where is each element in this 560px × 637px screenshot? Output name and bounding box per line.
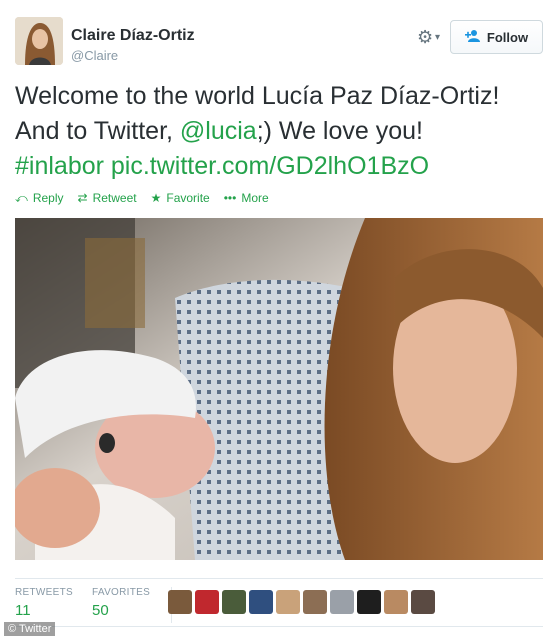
reply-action[interactable]: ⤺ Reply xyxy=(15,191,64,206)
favorite-label: Favorite xyxy=(166,191,210,205)
pic-link[interactable]: pic.twitter.com/GD2lhO1BzO xyxy=(111,152,429,180)
tweet-actions: ⤺ Reply ⇄ Retweet ★ Favorite ••• More xyxy=(15,189,269,207)
favorites-label: FAVORITES xyxy=(92,587,151,598)
stats-divider-top xyxy=(15,578,543,579)
favoriter-avatar[interactable] xyxy=(357,590,381,614)
favoriter-avatar[interactable] xyxy=(303,590,327,614)
favorite-action[interactable]: ★ Favorite xyxy=(151,191,210,205)
favoriter-avatar[interactable] xyxy=(411,590,435,614)
watermark-text: © Twitter xyxy=(4,622,56,636)
follow-button[interactable]: Follow xyxy=(450,20,543,54)
add-user-icon xyxy=(464,29,481,45)
tweet-photo[interactable] xyxy=(15,218,543,560)
stats-divider-bottom xyxy=(15,626,543,627)
favoriter-avatar[interactable] xyxy=(222,590,246,614)
newborn-photo-image xyxy=(15,218,543,560)
retweets-label: RETWEETS xyxy=(15,587,73,598)
favoriter-avatar[interactable] xyxy=(168,590,192,614)
favorites-stat[interactable]: FAVORITES 50 xyxy=(92,587,150,619)
hashtag-link[interactable]: #inlabor xyxy=(15,152,104,180)
tweet-line-1: Welcome to the world Lucía Paz Díaz-Orti… xyxy=(15,82,500,110)
more-action[interactable]: ••• More xyxy=(224,191,269,205)
tweet-text-suffix: ;) We love you! xyxy=(256,117,423,145)
reply-label: Reply xyxy=(32,191,64,205)
user-avatar[interactable] xyxy=(15,17,63,65)
favoriter-avatar[interactable] xyxy=(330,590,354,614)
retweet-label: Retweet xyxy=(92,191,137,205)
favoriter-avatar[interactable] xyxy=(195,590,219,614)
user-name[interactable]: Claire Díaz-Ortiz xyxy=(71,27,195,45)
more-dots-icon: ••• xyxy=(223,191,237,205)
favoriters-list xyxy=(168,590,435,614)
star-icon: ★ xyxy=(150,191,162,205)
retweets-stat[interactable]: RETWEETS 11 xyxy=(15,587,73,619)
favoriter-avatar[interactable] xyxy=(276,590,300,614)
user-handle[interactable]: @Claire xyxy=(71,48,118,63)
favoriter-avatar[interactable] xyxy=(384,590,408,614)
mention-link[interactable]: @lucia xyxy=(180,117,257,145)
tweet-line-2: And to Twitter, @lucia;) We love you! xyxy=(15,114,545,149)
avatar-photo-icon xyxy=(15,17,63,65)
favoriter-avatar[interactable] xyxy=(249,590,273,614)
favorites-count: 50 xyxy=(92,602,109,619)
tweet-text-prefix: And to Twitter, xyxy=(15,117,180,145)
tweet-header: Claire Díaz-Ortiz @Claire ⚙ ▾ Follow xyxy=(15,17,545,67)
reply-icon: ⤺ xyxy=(15,190,28,205)
retweets-count: 11 xyxy=(15,602,31,619)
retweet-icon: ⇄ xyxy=(77,191,88,205)
retweet-action[interactable]: ⇄ Retweet xyxy=(78,191,137,205)
more-label: More xyxy=(241,191,269,205)
tweet-line-3: #inlabor pic.twitter.com/GD2lhO1BzO xyxy=(15,149,545,184)
tweet-text: Welcome to the world Lucía Paz Díaz-Orti… xyxy=(15,79,545,184)
follow-button-label: Follow xyxy=(486,29,529,45)
chevron-down-icon: ▾ xyxy=(435,32,441,43)
gear-icon[interactable]: ⚙ ▾ xyxy=(417,27,449,47)
